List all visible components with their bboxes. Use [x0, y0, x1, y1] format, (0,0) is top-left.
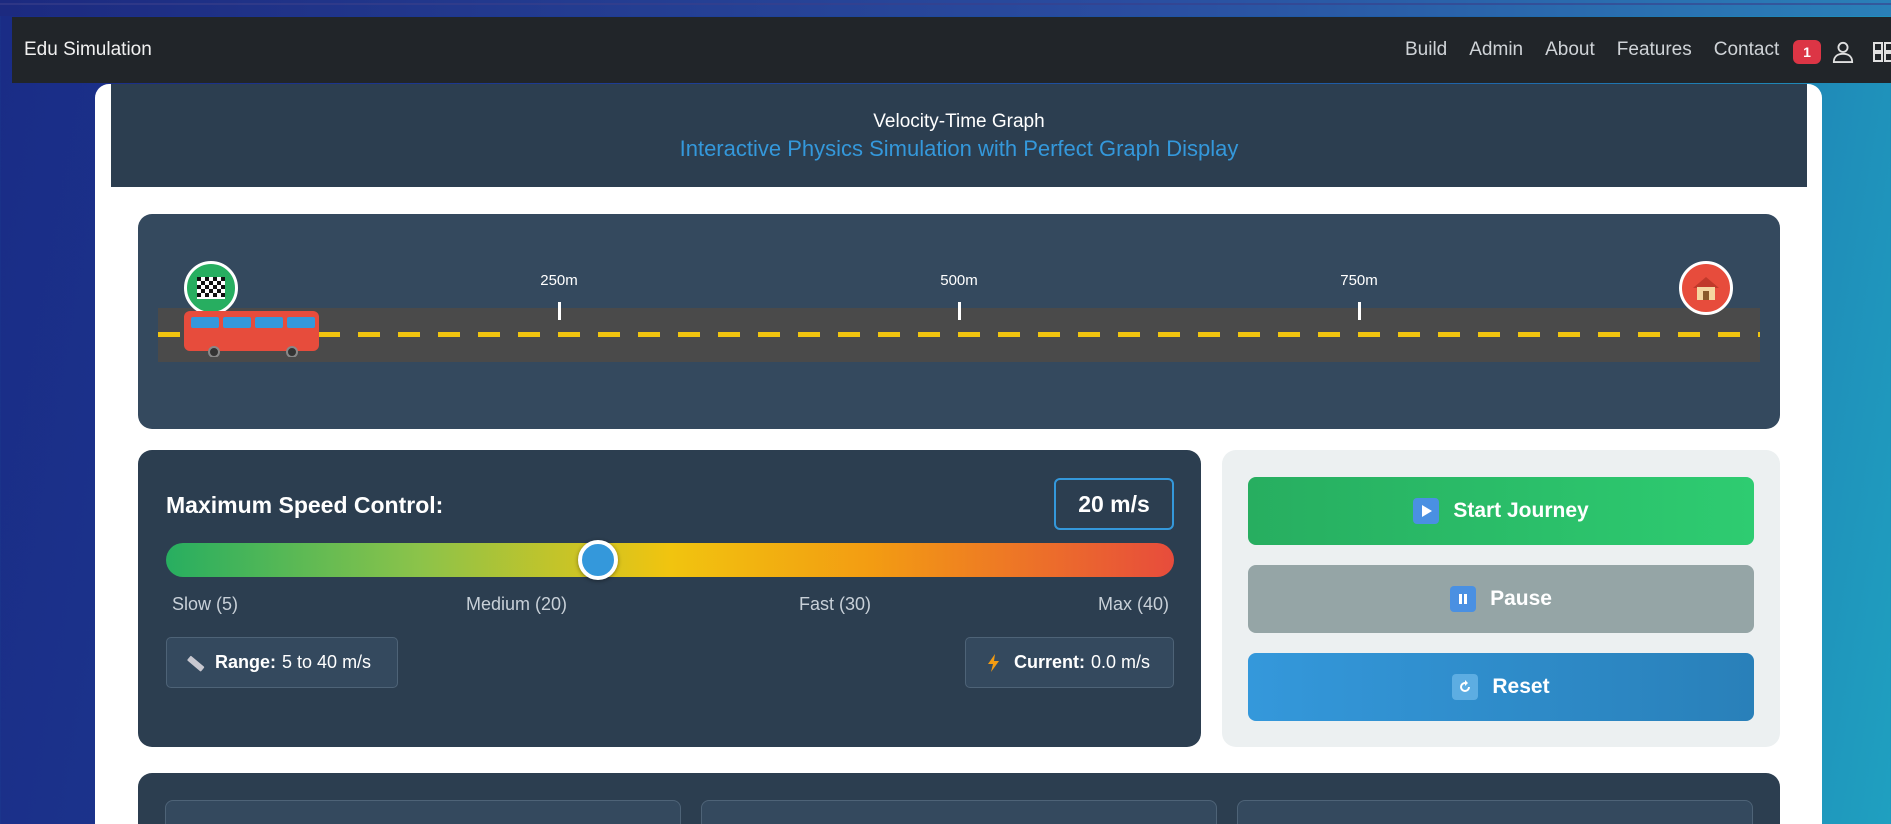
nav-links: Build Admin About Features Contact [1405, 17, 1801, 83]
browser-top-strip [0, 0, 1891, 16]
distance-tick-500 [958, 302, 961, 320]
house-icon [1693, 277, 1719, 300]
range-info: Range: 5 to 40 m/s [166, 637, 398, 688]
distance-marker-250: 250m [540, 272, 578, 289]
start-flag [184, 261, 238, 315]
start-journey-label: Start Journey [1453, 499, 1589, 522]
checkered-flag-icon [197, 277, 225, 299]
pause-button[interactable]: Pause [1248, 565, 1754, 633]
slider-thumb[interactable] [578, 540, 618, 580]
destination-home [1679, 261, 1733, 315]
nav-link-build[interactable]: Build [1405, 39, 1447, 61]
current-speed-info: Current: 0.0 m/s [965, 637, 1174, 688]
track-panel: 250m 500m 750m [138, 214, 1780, 429]
speed-control-title: Maximum Speed Control: [166, 492, 444, 518]
distance-marker-750: 750m [1340, 272, 1378, 289]
pause-label: Pause [1490, 587, 1552, 610]
brand-logo[interactable]: Edu Simulation [24, 39, 152, 61]
notification-badge[interactable]: 1 [1793, 40, 1821, 64]
nav-link-features[interactable]: Features [1617, 39, 1692, 61]
play-icon [1413, 498, 1440, 524]
nav-link-admin[interactable]: Admin [1469, 39, 1523, 61]
page-header: Velocity-Time Graph Interactive Physics … [111, 84, 1807, 187]
stats-card [165, 800, 681, 824]
start-journey-button[interactable]: Start Journey [1248, 477, 1754, 545]
page-subtitle: Interactive Physics Simulation with Perf… [679, 136, 1239, 161]
slider-label-fast: Fast (30) [799, 594, 872, 614]
slider-label-slow: Slow (5) [172, 594, 239, 614]
stats-card [1237, 800, 1753, 824]
current-label: Current: [1014, 652, 1085, 672]
ruler-icon [187, 655, 205, 671]
stats-panel [138, 773, 1780, 824]
nav-link-contact[interactable]: Contact [1714, 39, 1779, 61]
slider-label-medium: Medium (20) [466, 594, 568, 614]
max-speed-slider[interactable] [166, 543, 1174, 577]
speed-control-panel: Maximum Speed Control: 20 m/s Slow (5) M… [138, 450, 1201, 747]
navbar: Edu Simulation Build Admin About Feature… [12, 17, 1891, 83]
lightning-icon [988, 653, 999, 672]
user-icon[interactable] [1832, 41, 1854, 63]
control-panel: Start Journey Pause Reset [1222, 450, 1780, 747]
road-center-line [158, 332, 1760, 337]
distance-tick-750 [1358, 302, 1361, 320]
range-value: 5 to 40 m/s [282, 652, 372, 672]
nav-link-about[interactable]: About [1545, 39, 1595, 61]
slider-label-max: Max (40) [1098, 594, 1170, 614]
apps-grid-icon[interactable] [1873, 42, 1891, 62]
distance-tick-250 [558, 302, 561, 320]
current-value: 0.0 m/s [1091, 652, 1151, 672]
speed-value-display: 20 m/s [1054, 478, 1174, 530]
stats-card [701, 800, 1217, 824]
reset-button[interactable]: Reset [1248, 653, 1754, 721]
bus-icon [184, 311, 319, 357]
refresh-icon [1452, 674, 1479, 700]
distance-marker-500: 500m [940, 272, 978, 289]
reset-label: Reset [1492, 675, 1550, 698]
range-label: Range: [215, 652, 277, 672]
page-title: Velocity-Time Graph [873, 111, 1045, 132]
pause-icon [1450, 586, 1477, 612]
